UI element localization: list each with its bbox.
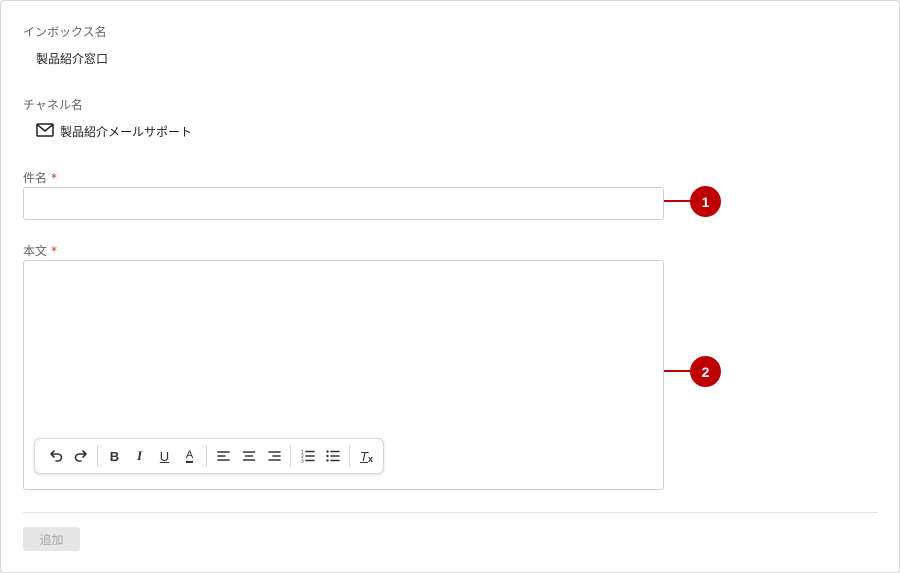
align-right-icon[interactable] (261, 444, 286, 468)
toolbar-separator (349, 445, 350, 467)
svg-text:3: 3 (301, 459, 304, 465)
align-left-icon[interactable] (211, 444, 236, 468)
footer-divider (23, 512, 878, 513)
body-label: 本文 * (23, 242, 57, 259)
bullet-list-icon[interactable] (320, 444, 345, 468)
font-color-label: A (185, 448, 194, 463)
callout-badge-1: 1 (690, 186, 721, 217)
editor-toolbar: B I U A 123 Tx (34, 438, 384, 474)
toolbar-separator (290, 445, 291, 467)
callout-badge-2: 2 (690, 356, 721, 387)
toolbar-separator (97, 445, 98, 467)
toolbar-separator (206, 445, 207, 467)
clear-format-x-icon: x (367, 454, 373, 464)
ordered-list-icon[interactable]: 123 (295, 444, 320, 468)
inbox-label: インボックス名 (23, 25, 107, 39)
redo-icon[interactable] (68, 444, 93, 468)
body-editor[interactable]: B I U A 123 Tx (23, 260, 664, 490)
required-mark: * (51, 171, 58, 185)
underline-button[interactable]: U (152, 444, 177, 468)
bold-button[interactable]: B (102, 444, 127, 468)
subject-label: 件名 * (23, 169, 57, 186)
font-color-button[interactable]: A (177, 444, 202, 468)
subject-input[interactable] (23, 187, 664, 220)
add-button[interactable]: 追加 (23, 527, 80, 551)
body-label-text: 本文 (23, 244, 48, 258)
channel-label: チャネル名 (23, 98, 83, 112)
clear-format-label: T (360, 448, 368, 464)
italic-button[interactable]: I (127, 444, 152, 468)
form-panel: インボックス名 製品紹介窓口 チャネル名 製品紹介メールサポート 件名 * 本文 *… (0, 0, 900, 573)
subject-label-text: 件名 (23, 171, 48, 185)
inbox-value: 製品紹介窓口 (36, 52, 109, 66)
undo-icon[interactable] (43, 444, 68, 468)
required-mark: * (51, 244, 58, 258)
mail-icon (36, 123, 54, 137)
clear-format-button[interactable]: Tx (354, 444, 379, 468)
align-center-icon[interactable] (236, 444, 261, 468)
channel-value: 製品紹介メールサポート (60, 125, 193, 139)
